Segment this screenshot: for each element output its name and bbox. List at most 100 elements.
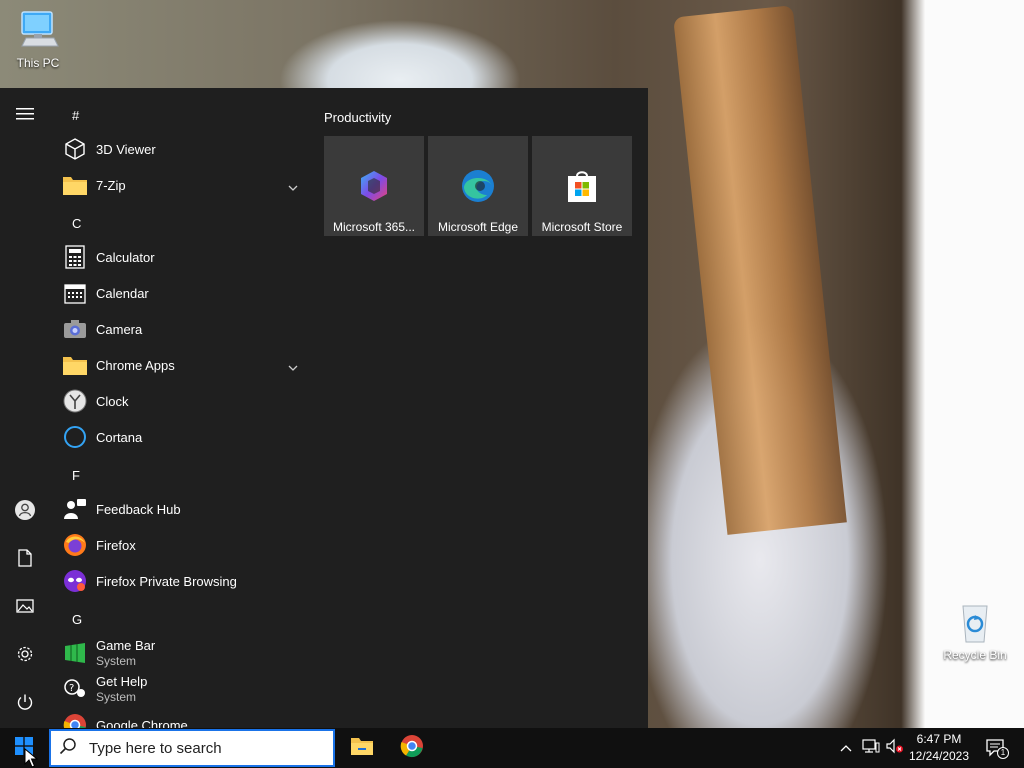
start-rail xyxy=(0,88,50,728)
app-clock[interactable]: Clock xyxy=(62,383,306,419)
calendar-icon xyxy=(62,280,88,306)
documents-button[interactable] xyxy=(0,538,50,582)
chevron-down-icon[interactable] xyxy=(288,358,298,376)
clock-date: 12/24/2023 xyxy=(908,749,970,763)
app-feedback-hub[interactable]: Feedback Hub xyxy=(62,491,306,527)
app-label: Get Help xyxy=(96,674,148,689)
chrome-icon xyxy=(62,712,88,728)
tile-microsoft-edge[interactable]: Microsoft Edge xyxy=(428,136,528,236)
desktop-icon-label: This PC xyxy=(16,56,60,70)
document-icon xyxy=(18,548,32,572)
get-help-icon: ? xyxy=(62,676,88,702)
app-3d-viewer[interactable]: 3D Viewer xyxy=(62,131,306,167)
app-label: Clock xyxy=(96,393,129,409)
app-google-chrome[interactable]: Google Chrome xyxy=(62,707,306,728)
volume-muted-icon xyxy=(886,738,904,759)
taskbar-search[interactable] xyxy=(49,729,335,767)
app-label: Chrome Apps xyxy=(96,357,175,373)
cortana-icon xyxy=(62,424,88,450)
app-label: Feedback Hub xyxy=(96,501,181,517)
taskbar: 6:47 PM 12/24/2023 1 xyxy=(0,728,1024,768)
pictures-icon xyxy=(16,598,34,618)
expand-menu-button[interactable] xyxy=(0,94,50,138)
taskbar-chrome[interactable] xyxy=(388,728,436,768)
feedback-hub-icon xyxy=(62,496,88,522)
action-center-button[interactable]: 1 xyxy=(978,728,1014,768)
firefox-icon xyxy=(62,532,88,558)
volume-button[interactable] xyxy=(884,728,906,768)
app-label: Game Bar xyxy=(96,638,156,653)
app-firefox[interactable]: Firefox xyxy=(62,527,306,563)
firefox-private-icon xyxy=(62,568,88,594)
chrome-icon xyxy=(400,734,424,763)
recycle-bin-icon xyxy=(953,600,997,644)
show-hidden-icons-button[interactable] xyxy=(836,728,856,768)
clock-icon xyxy=(62,388,88,414)
app-7zip[interactable]: 7-Zip xyxy=(62,167,306,203)
app-calendar[interactable]: Calendar xyxy=(62,275,306,311)
tile-label: Microsoft 365... xyxy=(332,220,416,234)
tile-group-title[interactable]: Productivity xyxy=(324,110,391,125)
letter-header-f[interactable]: F xyxy=(72,468,80,483)
clock-time: 6:47 PM xyxy=(916,732,962,746)
tile-microsoft-365[interactable]: Microsoft 365... xyxy=(324,136,424,236)
network-icon xyxy=(862,738,880,759)
app-calculator[interactable]: Calculator xyxy=(62,239,306,275)
wallpaper-pillar xyxy=(673,5,847,535)
app-label: 7-Zip xyxy=(96,177,126,193)
search-icon xyxy=(59,737,89,760)
hamburger-icon xyxy=(16,107,34,126)
taskbar-clock[interactable]: 6:47 PM 12/24/2023 xyxy=(904,731,974,765)
app-sublabel: System xyxy=(96,690,137,704)
file-explorer-icon xyxy=(350,736,374,761)
search-input[interactable] xyxy=(89,739,319,757)
app-label: Calendar xyxy=(96,285,149,301)
mouse-pointer-icon xyxy=(24,747,39,768)
3d-viewer-icon xyxy=(62,136,88,162)
app-camera[interactable]: Camera xyxy=(62,311,306,347)
app-firefox-private[interactable]: Firefox Private Browsing xyxy=(62,563,306,599)
app-label: Firefox xyxy=(96,537,136,553)
calculator-icon xyxy=(62,244,88,270)
app-game-bar[interactable]: Game Bar System xyxy=(62,635,306,671)
power-icon xyxy=(16,693,34,716)
taskbar-file-explorer[interactable] xyxy=(338,728,386,768)
notification-icon: 1 xyxy=(985,738,1009,759)
tile-microsoft-store[interactable]: Microsoft Store xyxy=(532,136,632,236)
app-list[interactable]: # 3D Viewer 7-Zip C Calculator Calendar … xyxy=(56,88,310,728)
account-button[interactable] xyxy=(0,490,50,534)
desktop-icon-label: Recycle Bin xyxy=(943,648,1007,662)
settings-button[interactable] xyxy=(0,634,50,678)
app-label: 3D Viewer xyxy=(96,141,156,157)
edge-icon xyxy=(460,168,496,204)
notification-count-badge: 1 xyxy=(997,747,1009,759)
tile-label: Microsoft Edge xyxy=(437,220,519,234)
app-label: Google Chrome xyxy=(96,717,188,729)
microsoft-365-icon xyxy=(356,168,392,204)
letter-header-g[interactable]: G xyxy=(72,612,82,627)
app-label: Calculator xyxy=(96,249,155,265)
chevron-up-icon xyxy=(840,739,852,757)
game-bar-icon xyxy=(62,640,88,666)
folder-icon xyxy=(62,172,88,198)
app-label: Cortana xyxy=(96,429,143,445)
app-sublabel: System xyxy=(96,654,137,668)
pictures-button[interactable] xyxy=(0,586,50,630)
app-cortana[interactable]: Cortana xyxy=(62,419,306,455)
gear-icon xyxy=(16,645,34,668)
letter-header-c[interactable]: C xyxy=(72,216,81,231)
app-label: Camera xyxy=(96,321,143,337)
power-button[interactable] xyxy=(0,682,50,726)
computer-icon xyxy=(16,8,60,52)
letter-header-hash[interactable]: # xyxy=(72,108,79,123)
desktop-icon-this-pc[interactable]: This PC xyxy=(0,8,76,70)
app-chrome-apps[interactable]: Chrome Apps xyxy=(62,347,306,383)
tile-label: Microsoft Store xyxy=(541,220,623,234)
store-icon xyxy=(564,168,600,204)
desktop-icon-recycle-bin[interactable]: Recycle Bin xyxy=(937,600,1013,662)
folder-icon xyxy=(62,352,88,378)
app-get-help[interactable]: ? Get Help System xyxy=(62,671,306,707)
chevron-down-icon[interactable] xyxy=(288,178,298,196)
network-status-button[interactable] xyxy=(860,728,882,768)
camera-icon xyxy=(62,316,88,342)
